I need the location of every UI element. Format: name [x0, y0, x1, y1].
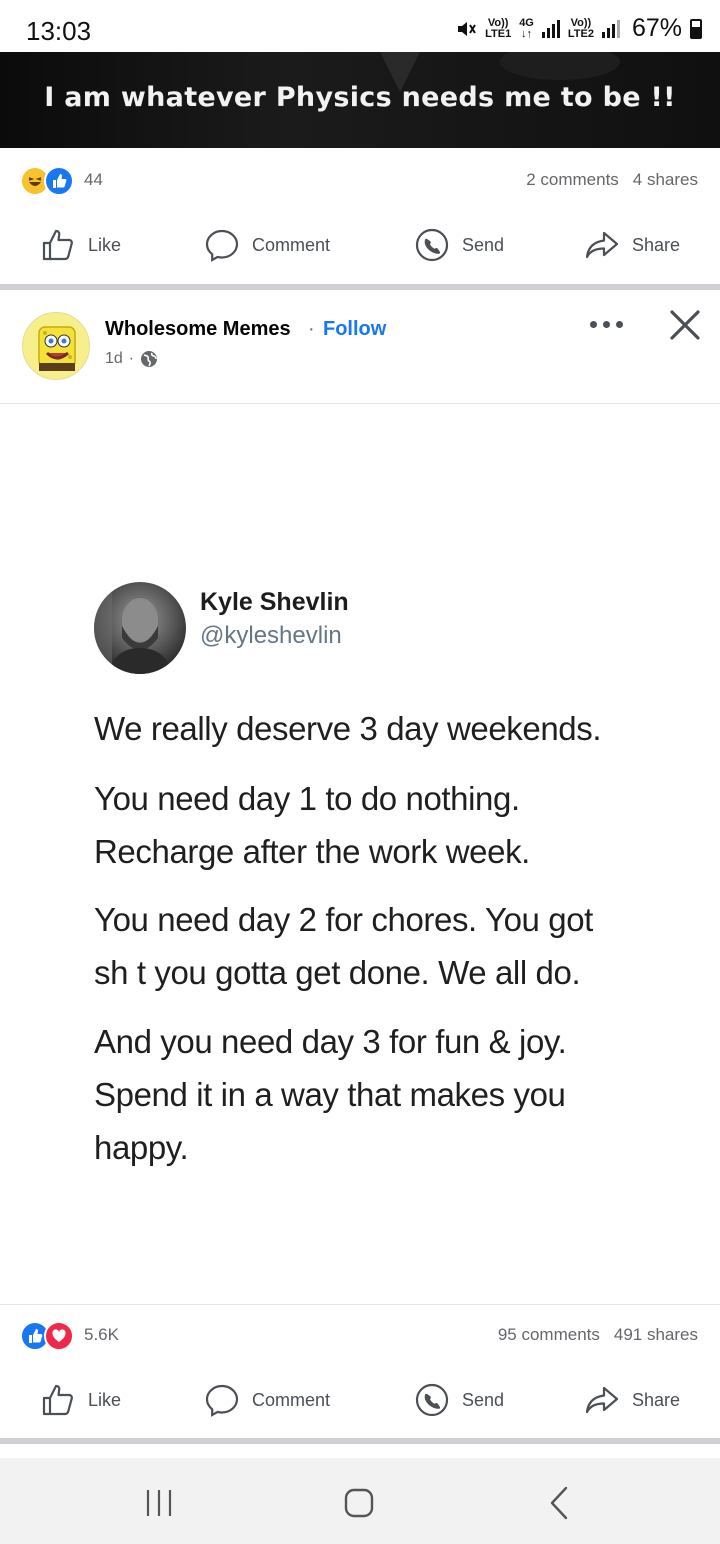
tweet-line: sh t you gotta get done. We all do. — [94, 954, 581, 991]
love-reaction-icon — [44, 1321, 74, 1351]
like-label: Like — [88, 1389, 122, 1410]
close-icon[interactable] — [666, 306, 704, 344]
page-avatar[interactable] — [22, 312, 90, 380]
send-button[interactable]: Send — [414, 1365, 504, 1435]
comments-count[interactable]: 95 comments — [498, 1325, 600, 1345]
send-label: Send — [462, 234, 505, 255]
network-type: 4G ↓↑ — [519, 16, 534, 40]
reaction-count[interactable]: 5.6K — [84, 1325, 119, 1345]
reaction-count[interactable]: 44 — [84, 170, 103, 190]
previous-post-actions: Like Comment Send Share — [0, 210, 720, 280]
engagement-stats: 95 comments 491 shares — [498, 1325, 698, 1345]
like-button[interactable]: Like — [40, 1365, 121, 1435]
previous-post-reactions: 44 2 comments 4 shares — [0, 150, 720, 210]
post-meta: 1d · — [105, 350, 158, 368]
send-button[interactable]: Send — [414, 210, 504, 280]
share-label: Share — [632, 234, 681, 255]
sim2-volte-label: Vo)) — [570, 16, 592, 29]
comment-label: Comment — [252, 234, 331, 255]
post-separator — [0, 284, 720, 290]
post-time[interactable]: 1d — [105, 350, 123, 368]
tweet-paragraph-4: And you need day 3 for fun & joy. Spend … — [94, 1015, 684, 1174]
network-arrows: ↓↑ — [521, 27, 533, 40]
globe-icon — [141, 351, 158, 367]
comment-icon — [205, 1384, 239, 1417]
tweet-line: You need day 1 to do nothing. — [94, 780, 520, 817]
navigation-bar — [0, 1458, 720, 1544]
post-image-tweet[interactable]: Kyle Shevlin @kyleshevlin We really dese… — [0, 404, 720, 1304]
tweet-author-handle: @kyleshevlin — [200, 622, 342, 649]
share-label: Share — [632, 1389, 681, 1410]
comment-label: Comment — [252, 1389, 331, 1410]
post-reactions: 5.6K 95 comments 491 shares — [0, 1305, 720, 1365]
send-label: Send — [462, 1389, 505, 1410]
like-button[interactable]: Like — [40, 210, 121, 280]
tweet-line: Spend it in a way that makes you — [94, 1076, 566, 1113]
post-separator — [0, 1438, 720, 1444]
status-icons: Vo)) LTE1 4G ↓↑ Vo)) LTE2 67% — [455, 14, 702, 43]
follow-button[interactable]: Follow — [323, 318, 386, 341]
name-follow-separator: · — [308, 318, 315, 340]
comment-button[interactable]: Comment — [204, 1365, 330, 1435]
status-bar: 13:03 Vo)) LTE1 4G ↓↑ Vo)) LTE2 67% — [0, 0, 720, 52]
like-reaction-icon — [44, 166, 74, 196]
post-actions: Like Comment Send Share — [0, 1365, 720, 1435]
like-icon — [42, 229, 73, 261]
network-type-label: 4G — [519, 16, 534, 29]
tweet-line: You need day 2 for chores. You got — [94, 901, 593, 938]
battery-icon — [690, 18, 702, 39]
battery-percentage: 67% — [631, 14, 682, 42]
status-time: 13:03 — [26, 16, 92, 46]
sim2-lte-label: LTE2 — [567, 27, 594, 40]
like-label: Like — [88, 234, 122, 255]
shares-count[interactable]: 491 shares — [614, 1325, 698, 1345]
home-icon[interactable] — [336, 1480, 382, 1526]
messenger-icon — [415, 228, 449, 262]
image-caption: I am whatever Physics needs me to be !! — [44, 82, 676, 113]
engagement-stats: 2 comments 4 shares — [526, 170, 698, 190]
tweet-author-name: Kyle Shevlin — [200, 588, 349, 616]
tweet-line: Recharge after the work week. — [94, 833, 530, 870]
meta-separator: · — [128, 350, 135, 367]
tweet-paragraph-3: You need day 2 for chores. You got sh t … — [94, 893, 684, 999]
recent-apps-icon[interactable] — [136, 1480, 182, 1526]
back-icon[interactable] — [538, 1480, 584, 1526]
signal-icon-2 — [601, 19, 620, 38]
sim1-volte-label: Vo)) — [487, 16, 509, 29]
share-button[interactable]: Share — [584, 1365, 680, 1435]
share-button[interactable]: Share — [584, 210, 680, 280]
signal-icon — [541, 19, 560, 38]
reaction-icons[interactable] — [20, 1321, 74, 1351]
previous-post-image[interactable]: I am whatever Physics needs me to be !! — [0, 52, 720, 148]
tweet-line: happy. — [94, 1129, 189, 1166]
tweet-paragraph-1: We really deserve 3 day weekends. — [94, 702, 684, 755]
sim1-lte-label: LTE1 — [485, 27, 512, 40]
comments-count[interactable]: 2 comments — [526, 170, 619, 190]
sim2-indicator: Vo)) LTE2 — [567, 16, 594, 40]
spongebob-avatar-art — [38, 326, 76, 371]
page-name[interactable]: Wholesome Memes — [105, 318, 291, 341]
share-icon — [585, 231, 619, 259]
tweet-line: And you need day 3 for fun & joy. — [94, 1023, 567, 1060]
like-icon — [42, 1384, 73, 1416]
sim1-indicator: Vo)) LTE1 — [485, 16, 512, 40]
share-icon — [585, 1386, 619, 1414]
comment-button[interactable]: Comment — [204, 210, 330, 280]
more-options-button[interactable] — [590, 312, 630, 336]
messenger-icon — [415, 1383, 449, 1417]
comment-icon — [205, 229, 239, 262]
tweet-paragraph-2: You need day 1 to do nothing. Recharge a… — [94, 772, 684, 878]
shares-count[interactable]: 4 shares — [633, 170, 698, 190]
reaction-icons[interactable] — [20, 166, 74, 196]
mute-icon — [458, 21, 476, 36]
tweet-author-avatar — [94, 582, 186, 674]
tweet-line: We really deserve 3 day weekends. — [94, 710, 602, 747]
